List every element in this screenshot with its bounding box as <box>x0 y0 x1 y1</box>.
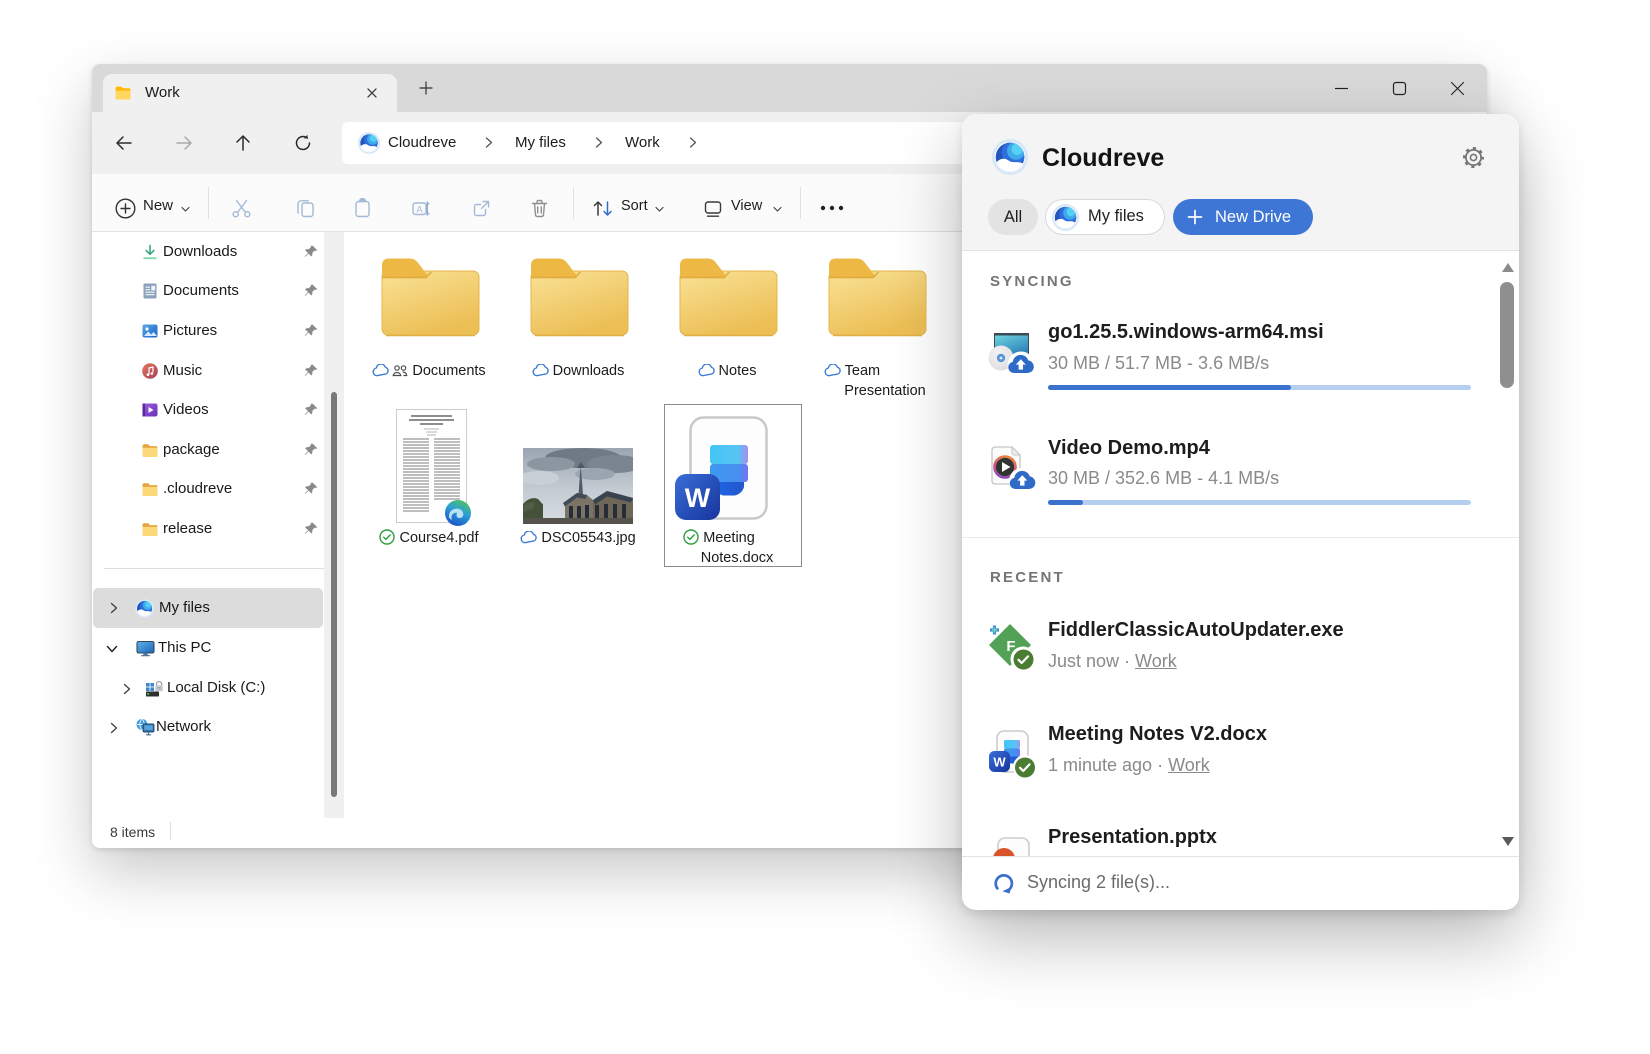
svg-text:W: W <box>993 755 1006 770</box>
svg-text:A: A <box>416 205 423 216</box>
svg-text:W: W <box>685 483 711 513</box>
